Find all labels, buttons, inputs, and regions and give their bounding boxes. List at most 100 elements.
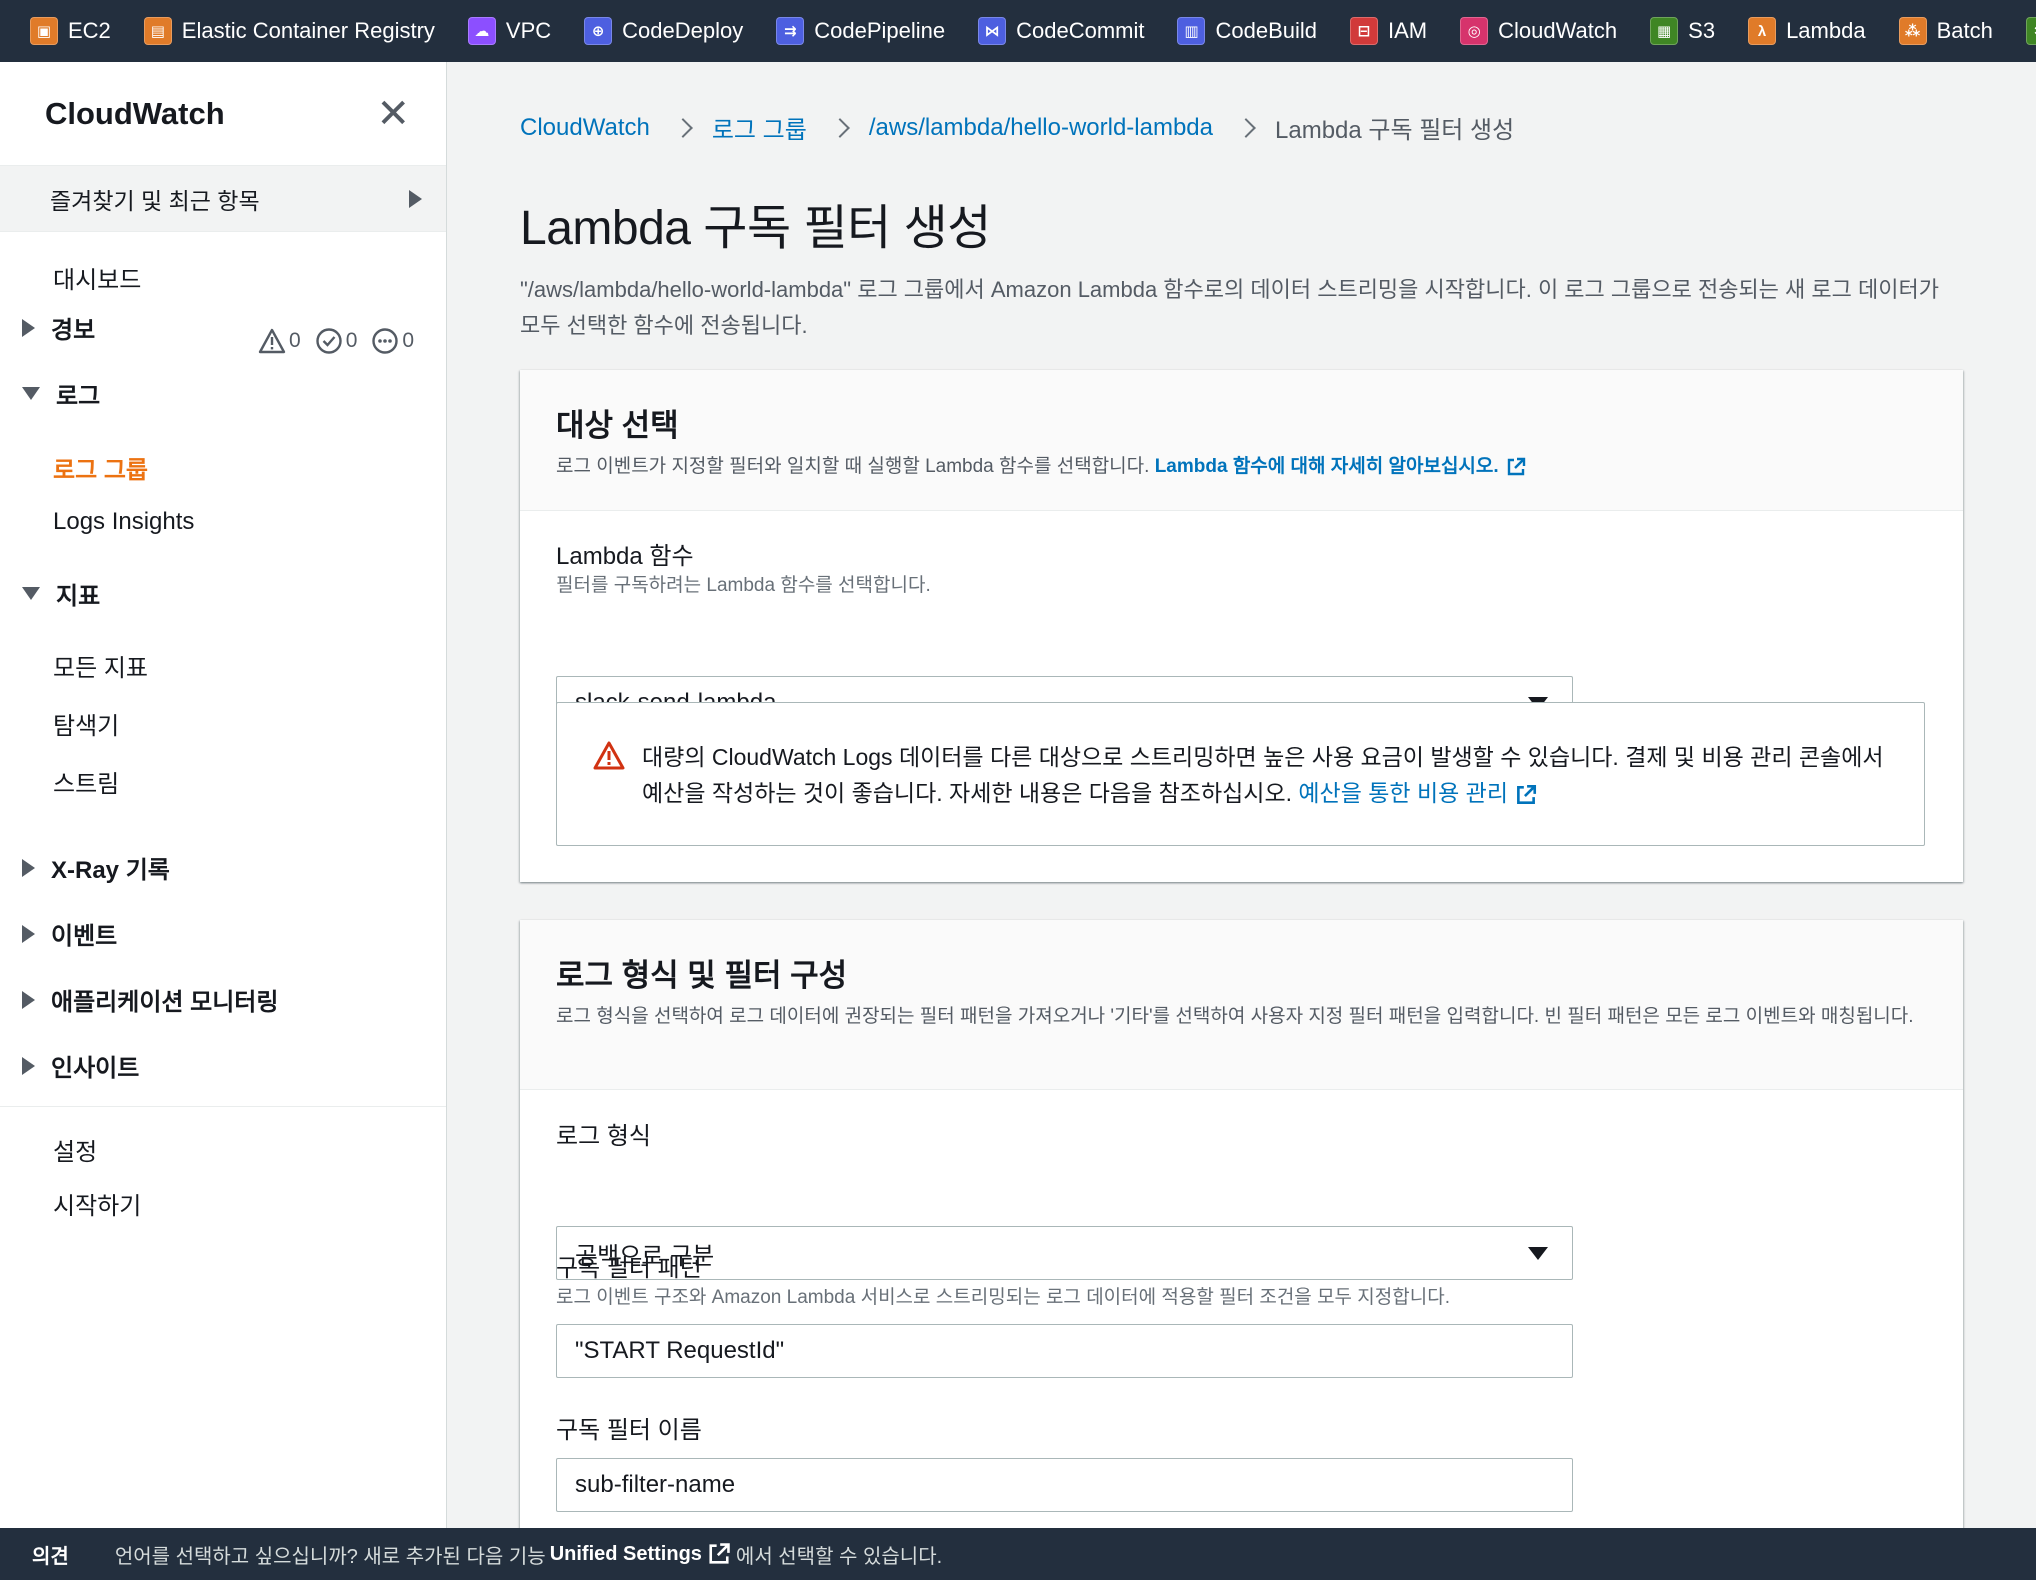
panel-title: 대상 선택 bbox=[556, 408, 679, 443]
nav-header: CloudWatch ✕ bbox=[0, 62, 446, 166]
input-value: sub-filter-name bbox=[575, 1471, 736, 1498]
nav-item-getting-started[interactable]: 시작하기 bbox=[53, 1186, 141, 1221]
close-icon[interactable]: ✕ bbox=[376, 94, 410, 134]
nav-section-alarms[interactable]: 경보 bbox=[22, 310, 95, 345]
service-label: CodePipeline bbox=[814, 18, 946, 43]
service-shortcut-codedeploy[interactable]: ⊕ CodeDeploy bbox=[584, 17, 743, 45]
alarm-counts: 0 0 0 bbox=[258, 327, 428, 355]
caret-right-icon bbox=[409, 189, 422, 208]
alarm-count-in-alarm[interactable]: 0 bbox=[258, 327, 301, 355]
nav-section-app-monitoring[interactable]: 애플리케이션 모니터링 bbox=[22, 982, 278, 1017]
filter-pattern-input[interactable]: "START RequestId" bbox=[556, 1324, 1573, 1378]
nav-divider bbox=[0, 1106, 446, 1107]
budget-link-label: 예산을 통한 비용 관리 bbox=[1298, 780, 1509, 806]
nav-section-insights[interactable]: 인사이트 bbox=[22, 1048, 139, 1083]
nav-section-label: 지표 bbox=[56, 583, 101, 610]
panel-description: 로그 이벤트가 지정할 필터와 일치할 때 실행할 Lambda 함수를 선택합… bbox=[556, 453, 1927, 480]
caret-down-icon bbox=[1528, 1247, 1548, 1260]
unified-settings-label: Unified Settings bbox=[549, 1542, 702, 1565]
service-shortcut-ec2[interactable]: ▣ EC2 bbox=[30, 17, 111, 45]
nav-section-logs[interactable]: 로그 bbox=[22, 376, 100, 411]
nav-item-explorer[interactable]: 탐색기 bbox=[53, 706, 119, 741]
nav-section-label: 경보 bbox=[51, 317, 96, 344]
service-label: IAM bbox=[1388, 18, 1428, 43]
count: 0 bbox=[289, 329, 301, 352]
service-label: Elastic Container Registry bbox=[181, 18, 435, 43]
external-link-icon bbox=[1507, 457, 1525, 476]
service-shortcut-batch[interactable]: ⁂ Batch bbox=[1898, 17, 1993, 45]
main-content: CloudWatch 로그 그룹 /aws/lambda/hello-world… bbox=[447, 62, 2036, 1540]
service-shortcut-cloudwatch[interactable]: ◎ CloudWatch bbox=[1460, 17, 1617, 45]
service-shortcut-a[interactable]: ✲A bbox=[2025, 17, 2036, 45]
service-shortcut-codepipeline[interactable]: ⇉ CodePipeline bbox=[776, 17, 945, 45]
nav-item-settings[interactable]: 설정 bbox=[53, 1132, 97, 1167]
nav-section-label: 인사이트 bbox=[51, 1055, 140, 1082]
external-link-icon bbox=[1517, 784, 1537, 804]
service-label: CodeDeploy bbox=[622, 18, 744, 43]
warning-icon bbox=[593, 741, 625, 770]
nav-item-all-metrics[interactable]: 모든 지표 bbox=[53, 648, 148, 683]
service-label: Lambda bbox=[1786, 18, 1866, 43]
nav-item-streams[interactable]: 스트림 bbox=[53, 764, 119, 799]
chevron-right-icon bbox=[829, 117, 850, 138]
service-shortcut-elastic-container-registry[interactable]: ▤ Elastic Container Registry bbox=[143, 17, 435, 45]
cost-warning-alert: 대량의 CloudWatch Logs 데이터를 다른 대상으로 스트리밍하면 … bbox=[556, 702, 1925, 846]
nav-section-metrics[interactable]: 지표 bbox=[22, 576, 100, 611]
service-shortcut-lambda[interactable]: λ Lambda bbox=[1748, 17, 1866, 45]
warning-icon bbox=[258, 328, 286, 354]
service-shortcut-s3[interactable]: ▦ S3 bbox=[1650, 17, 1715, 45]
log-format-select[interactable]: 공백으로 구분 bbox=[556, 1226, 1573, 1280]
alert-message: 대량의 CloudWatch Logs 데이터를 다른 대상으로 스트리밍하면 … bbox=[642, 744, 1884, 806]
filter-name-input[interactable]: sub-filter-name bbox=[556, 1458, 1573, 1512]
caret-right-icon bbox=[22, 990, 35, 1009]
service-label: CodeBuild bbox=[1215, 18, 1317, 43]
favorites-toggle[interactable]: 즐겨찾기 및 최근 항목 bbox=[0, 166, 446, 232]
breadcrumb-log-groups[interactable]: 로그 그룹 bbox=[712, 110, 807, 145]
service-label: S3 bbox=[1688, 18, 1716, 43]
nav-section-label: X-Ray 기록 bbox=[51, 857, 170, 884]
learn-more-label: Lambda 함수에 대해 자세히 알아보십시오. bbox=[1154, 456, 1499, 477]
panel-title: 로그 형식 및 필터 구성 bbox=[556, 958, 848, 993]
nav-section-events[interactable]: 이벤트 bbox=[22, 916, 117, 951]
external-link-icon bbox=[709, 1543, 730, 1564]
service-shortcut-iam[interactable]: ⊟ IAM bbox=[1350, 17, 1427, 45]
panel-header: 로그 형식 및 필터 구성 로그 형식을 선택하여 로그 데이터에 권장되는 필… bbox=[520, 920, 1963, 1090]
side-navigation: CloudWatch ✕ 즐겨찾기 및 최근 항목 대시보드 경보 0 0 0 … bbox=[0, 62, 447, 1528]
alarm-count-ok[interactable]: 0 bbox=[315, 327, 357, 355]
batch-icon: ⁂ bbox=[1898, 17, 1927, 45]
breadcrumb-log-group[interactable]: /aws/lambda/hello-world-lambda bbox=[869, 114, 1213, 142]
caret-right-icon bbox=[22, 1056, 35, 1075]
service-label: CodeCommit bbox=[1016, 18, 1145, 43]
caret-right-icon bbox=[22, 924, 35, 943]
nav-section-label: 애플리케이션 모니터링 bbox=[51, 989, 279, 1016]
learn-more-link[interactable]: Lambda 함수에 대해 자세히 알아보십시오. bbox=[1155, 456, 1527, 477]
service-shortcut-codecommit[interactable]: ⋈ CodeCommit bbox=[978, 17, 1144, 45]
s3-icon: ▦ bbox=[1650, 17, 1679, 45]
chevron-right-icon bbox=[672, 117, 693, 138]
chevron-right-icon bbox=[1236, 117, 1256, 138]
nav-item-logs-insights[interactable]: Logs Insights bbox=[53, 508, 194, 536]
breadcrumb-current: Lambda 구독 필터 생성 bbox=[1275, 117, 1515, 144]
nav-item-dashboard[interactable]: 대시보드 bbox=[53, 260, 141, 295]
footer-text-after: 에서 선택할 수 있습니다. bbox=[735, 1545, 943, 1568]
service-label: VPC bbox=[505, 18, 552, 43]
caret-down-icon bbox=[22, 587, 40, 600]
codepipeline-icon: ⇉ bbox=[776, 17, 805, 45]
more-circle-icon bbox=[372, 328, 399, 354]
favorites-label: 즐겨찾기 및 최근 항목 bbox=[50, 187, 260, 214]
nav-item-log-groups[interactable]: 로그 그룹 bbox=[53, 450, 148, 485]
alert-text: 대량의 CloudWatch Logs 데이터를 다른 대상으로 스트리밍하면 … bbox=[642, 739, 1892, 811]
nav-section-xray[interactable]: X-Ray 기록 bbox=[22, 850, 170, 885]
vpc-icon: ☁ bbox=[467, 17, 496, 45]
nav-title: CloudWatch bbox=[45, 95, 225, 131]
cloudwatch-icon: ◎ bbox=[1460, 17, 1489, 45]
unified-settings-link[interactable]: Unified Settings bbox=[550, 1541, 732, 1567]
breadcrumb-cloudwatch[interactable]: CloudWatch bbox=[520, 114, 650, 142]
alarm-count-insufficient[interactable]: 0 bbox=[371, 327, 414, 355]
service-shortcut-codebuild[interactable]: ▥ CodeBuild bbox=[1177, 17, 1317, 45]
budget-link[interactable]: 예산을 통한 비용 관리 bbox=[1298, 780, 1538, 806]
ecr-icon: ▤ bbox=[143, 17, 172, 45]
service-icon: ✲ bbox=[2025, 17, 2036, 45]
service-shortcut-vpc[interactable]: ☁ VPC bbox=[467, 17, 552, 45]
feedback-button[interactable]: 의견 bbox=[32, 1540, 69, 1569]
